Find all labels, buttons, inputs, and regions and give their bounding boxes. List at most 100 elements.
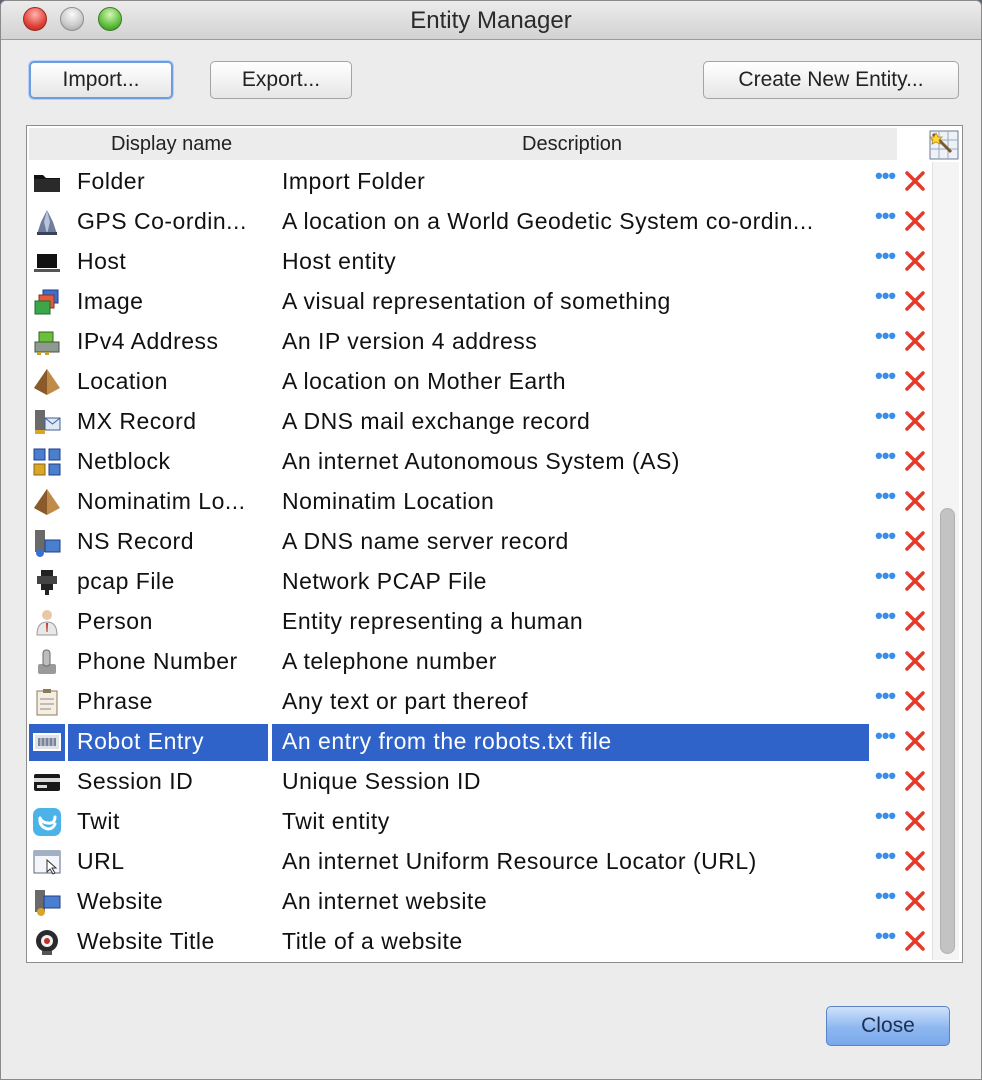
table-row[interactable]: GPS Co-ordin... A location on a World Ge… — [29, 202, 929, 242]
delete-icon[interactable] — [902, 528, 928, 554]
pcap-icon — [31, 566, 63, 598]
entity-name: Website Title — [77, 928, 215, 954]
entity-name: Person — [77, 608, 153, 634]
scrollbar-thumb[interactable] — [940, 508, 955, 954]
more-options-icon[interactable]: ••• — [875, 765, 899, 791]
delete-icon[interactable] — [902, 248, 928, 274]
table-row[interactable]: URL An internet Uniform Resource Locator… — [29, 842, 929, 882]
delete-icon[interactable] — [902, 648, 928, 674]
create-new-entity-button[interactable]: Create New Entity... — [703, 61, 959, 99]
more-options-icon[interactable]: ••• — [875, 725, 899, 751]
table-row[interactable]: Image A visual representation of somethi… — [29, 282, 929, 322]
phone-icon — [31, 646, 63, 678]
more-options-icon[interactable]: ••• — [875, 885, 899, 911]
column-header-description[interactable]: Description — [522, 133, 622, 156]
name-server-icon — [31, 526, 63, 558]
entity-description: A telephone number — [282, 648, 497, 674]
more-options-icon[interactable]: ••• — [875, 365, 899, 391]
vertical-scrollbar[interactable] — [932, 162, 959, 960]
more-options-icon[interactable]: ••• — [875, 485, 899, 511]
table-row[interactable]: Nominatim Lo... Nominatim Location ••• — [29, 482, 929, 522]
entity-description: An internet website — [282, 888, 488, 914]
column-header-display-name[interactable]: Display name — [111, 133, 232, 156]
table-row[interactable]: Website An internet website ••• — [29, 882, 929, 922]
entity-name: Image — [77, 288, 144, 314]
more-options-icon[interactable]: ••• — [875, 685, 899, 711]
delete-icon[interactable] — [902, 728, 928, 754]
more-options-icon[interactable]: ••• — [875, 645, 899, 671]
delete-icon[interactable] — [902, 368, 928, 394]
table-row-selected[interactable]: Robot Entry An entry from the robots.txt… — [29, 722, 929, 762]
table-row[interactable]: MX Record A DNS mail exchange record ••• — [29, 402, 929, 442]
table-row[interactable]: Phrase Any text or part thereof ••• — [29, 682, 929, 722]
delete-icon[interactable] — [902, 888, 928, 914]
delete-icon[interactable] — [902, 568, 928, 594]
delete-icon[interactable] — [902, 848, 928, 874]
more-options-icon[interactable]: ••• — [875, 605, 899, 631]
entity-name: IPv4 Address — [77, 328, 219, 354]
more-options-icon[interactable]: ••• — [875, 805, 899, 831]
import-button[interactable]: Import... — [29, 61, 173, 99]
delete-icon[interactable] — [902, 928, 928, 954]
delete-icon[interactable] — [902, 408, 928, 434]
export-button[interactable]: Export... — [210, 61, 352, 99]
more-options-icon[interactable]: ••• — [875, 325, 899, 351]
entity-description: Host entity — [282, 248, 397, 274]
more-options-icon[interactable]: ••• — [875, 165, 899, 191]
gps-icon — [31, 206, 63, 238]
delete-icon[interactable] — [902, 608, 928, 634]
more-options-icon[interactable]: ••• — [875, 285, 899, 311]
person-icon — [31, 606, 63, 638]
more-options-icon[interactable]: ••• — [875, 925, 899, 951]
delete-icon[interactable] — [902, 488, 928, 514]
entity-description: An entry from the robots.txt file — [282, 728, 612, 754]
column-chooser-icon[interactable] — [929, 130, 959, 160]
entity-description: Network PCAP File — [282, 568, 487, 594]
entity-name: Session ID — [77, 768, 194, 794]
table-row[interactable]: Netblock An internet Autonomous System (… — [29, 442, 929, 482]
more-options-icon[interactable]: ••• — [875, 565, 899, 591]
entity-description: An internet Autonomous System (AS) — [282, 448, 680, 474]
entity-name: Folder — [77, 168, 146, 194]
entity-description: Unique Session ID — [282, 768, 481, 794]
entity-description: Nominatim Location — [282, 488, 495, 514]
more-options-icon[interactable]: ••• — [875, 445, 899, 471]
delete-icon[interactable] — [902, 808, 928, 834]
more-options-icon[interactable]: ••• — [875, 205, 899, 231]
delete-icon[interactable] — [902, 288, 928, 314]
entity-description: A location on a World Geodetic System co… — [282, 208, 814, 234]
entity-description: A DNS mail exchange record — [282, 408, 591, 434]
url-icon — [31, 846, 63, 878]
table-row[interactable]: Session ID Unique Session ID ••• — [29, 762, 929, 802]
entity-table: Display name Description Folder Import F… — [26, 125, 963, 963]
card-icon — [31, 766, 63, 798]
delete-icon[interactable] — [902, 208, 928, 234]
table-row[interactable]: Location A location on Mother Earth ••• — [29, 362, 929, 402]
entity-name: GPS Co-ordin... — [77, 208, 247, 234]
title-bar[interactable]: Entity Manager — [1, 1, 981, 40]
close-button[interactable]: Close — [826, 1006, 950, 1046]
entity-description: A visual representation of something — [282, 288, 671, 314]
delete-icon[interactable] — [902, 448, 928, 474]
table-row[interactable]: Person Entity representing a human ••• — [29, 602, 929, 642]
table-row[interactable]: Folder Import Folder ••• — [29, 162, 929, 202]
more-options-icon[interactable]: ••• — [875, 525, 899, 551]
table-row[interactable]: Twit Twit entity ••• — [29, 802, 929, 842]
table-row[interactable]: NS Record A DNS name server record ••• — [29, 522, 929, 562]
delete-icon[interactable] — [902, 328, 928, 354]
table-row[interactable]: IPv4 Address An IP version 4 address ••• — [29, 322, 929, 362]
entity-description: An IP version 4 address — [282, 328, 538, 354]
delete-icon[interactable] — [902, 168, 928, 194]
table-row[interactable]: Website Title Title of a website ••• — [29, 922, 929, 962]
more-options-icon[interactable]: ••• — [875, 245, 899, 271]
entity-description: An internet Uniform Resource Locator (UR… — [282, 848, 757, 874]
table-row[interactable]: pcap File Network PCAP File ••• — [29, 562, 929, 602]
more-options-icon[interactable]: ••• — [875, 845, 899, 871]
more-options-icon[interactable]: ••• — [875, 405, 899, 431]
table-header: Display name Description — [29, 128, 897, 160]
pyramid-icon — [31, 366, 63, 398]
delete-icon[interactable] — [902, 688, 928, 714]
delete-icon[interactable] — [902, 768, 928, 794]
table-row[interactable]: Phone Number A telephone number ••• — [29, 642, 929, 682]
table-row[interactable]: Host Host entity ••• — [29, 242, 929, 282]
